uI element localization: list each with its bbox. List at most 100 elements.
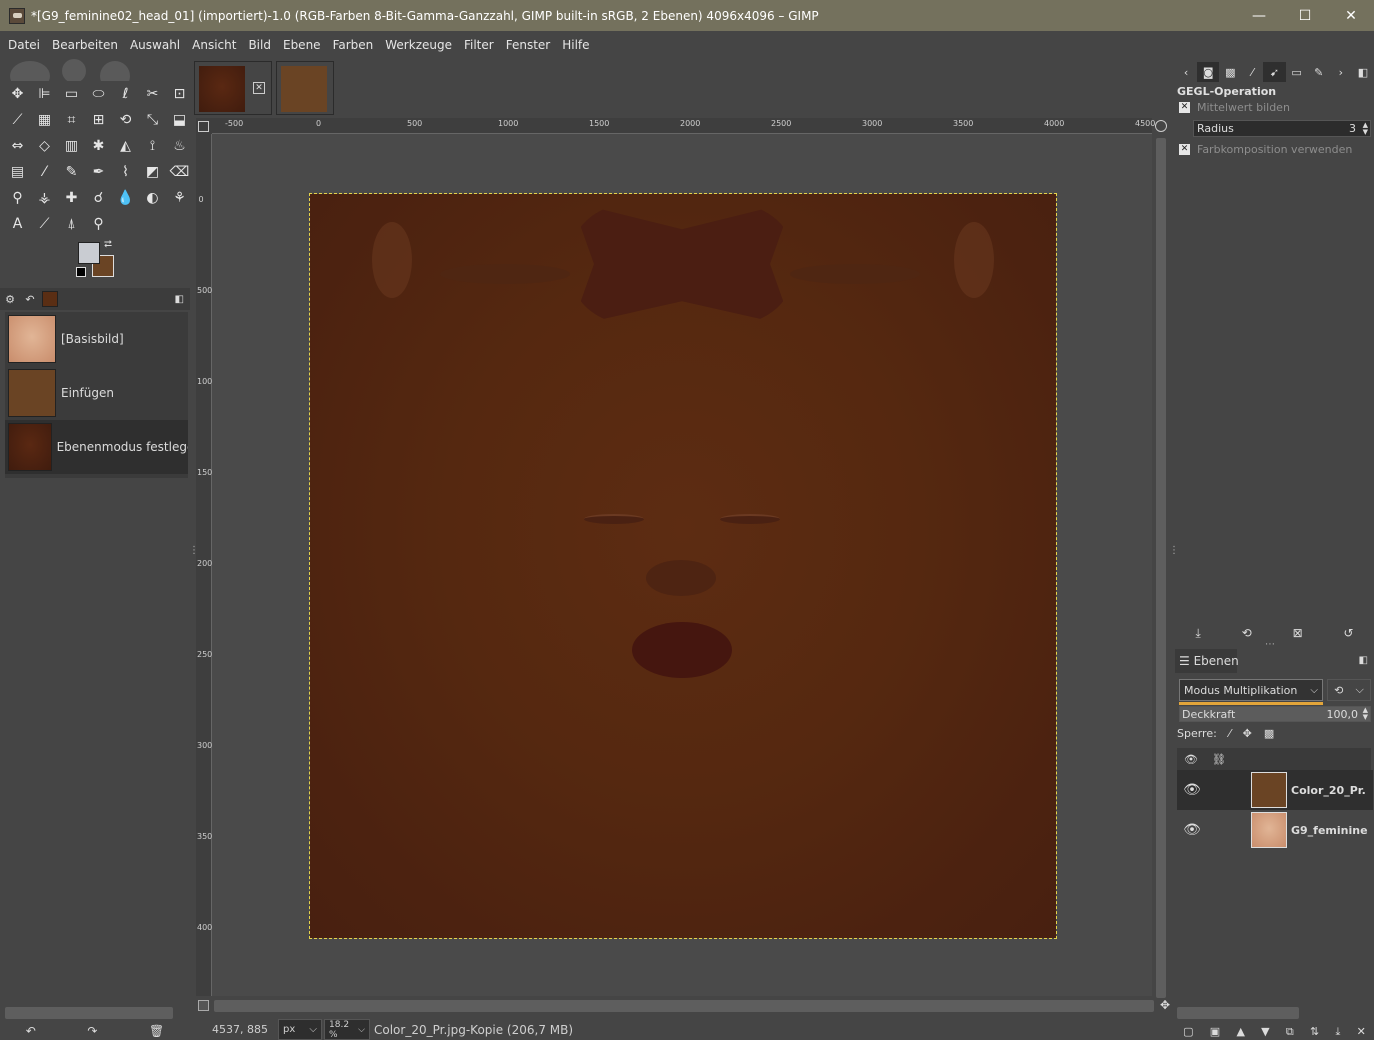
eye-icon[interactable]: 👁	[1177, 782, 1207, 798]
maximize-button[interactable]: ☐	[1282, 0, 1328, 31]
pattern-tab-icon[interactable]: ▩	[1219, 62, 1241, 82]
warp-transform-icon[interactable]: ⟲	[112, 107, 139, 133]
merge-layer-icon[interactable]: ⤓	[1335, 1025, 1340, 1040]
canvas-vertical-scrollbar[interactable]	[1154, 134, 1168, 998]
clone-tool-icon[interactable]: ⚲	[4, 185, 31, 211]
ellipse-select-icon[interactable]: ⬭	[85, 81, 112, 107]
head-texture-image[interactable]	[309, 193, 1057, 939]
panel-divider[interactable]: ⋯	[1265, 639, 1275, 650]
left-dock-scrollbar[interactable]	[5, 1007, 173, 1019]
warp-paint-icon[interactable]: ⚘	[166, 185, 193, 211]
paths-tool-icon[interactable]: ⟟	[139, 133, 166, 159]
image-tab[interactable]	[276, 61, 334, 115]
chevron-left-icon[interactable]: ‹	[1175, 62, 1197, 82]
composite-mode-button[interactable]: ⟲ ⌵	[1327, 679, 1371, 701]
color-select-icon[interactable]: ▦	[31, 107, 58, 133]
layer-name[interactable]: Color_20_Pr.	[1291, 784, 1366, 797]
menu-bearbeiten[interactable]: Bearbeiten	[46, 38, 124, 52]
reset-colors-icon[interactable]	[76, 267, 86, 277]
minimize-button[interactable]: —	[1236, 0, 1282, 31]
new-group-icon[interactable]: ▣	[1210, 1025, 1220, 1040]
new-layer-icon[interactable]: ▢	[1183, 1025, 1193, 1040]
restore-options-icon[interactable]: ⟲	[1242, 626, 1252, 640]
quick-mask-toggle[interactable]	[198, 1000, 209, 1011]
unified-transform-icon[interactable]: ⊞	[85, 107, 112, 133]
handle-transform-icon[interactable]: ⤡	[139, 107, 166, 133]
perspective-tool-icon[interactable]: ◇	[31, 133, 58, 159]
paintbrush-icon[interactable]: ⁄	[31, 159, 58, 185]
opacity-spinner[interactable]: Deckkraft 100,0 ▲ ▼	[1179, 706, 1371, 722]
heal-tool-icon[interactable]: ✚	[58, 185, 85, 211]
brush-tab-icon[interactable]: ⁄	[1241, 62, 1263, 82]
image-canvas[interactable]	[212, 134, 1152, 996]
menu-fenster[interactable]: Fenster	[500, 38, 557, 52]
pencil-icon[interactable]: ✎	[58, 159, 85, 185]
average-checkbox[interactable]: ✕	[1179, 102, 1190, 113]
layers-tab[interactable]: ☰ Ebenen	[1175, 649, 1239, 673]
undo-item[interactable]: Ebenenmodus festlegen	[5, 420, 188, 474]
gegl-op-icon[interactable]: ✱	[85, 133, 112, 159]
delete-options-icon[interactable]: ⊠	[1293, 626, 1303, 640]
layer-name[interactable]: G9_feminine	[1291, 824, 1368, 837]
fuzzy-select-icon[interactable]: ⟋	[4, 107, 31, 133]
eraser-icon[interactable]: ⌫	[166, 159, 193, 185]
cage-transform-icon[interactable]: ▥	[58, 133, 85, 159]
layers-scrollbar[interactable]	[1177, 1007, 1299, 1019]
foreground-select-icon[interactable]: ⊡	[166, 81, 193, 107]
menu-bild[interactable]: Bild	[242, 38, 277, 52]
menu-ebene[interactable]: Ebene	[277, 38, 327, 52]
lock-pixels-icon[interactable]: ⁄	[1229, 727, 1231, 740]
ink-tool-icon[interactable]: ⌇	[112, 159, 139, 185]
redo-icon[interactable]: ↷	[87, 1024, 97, 1038]
save-options-icon[interactable]: ⤓	[1195, 626, 1200, 641]
undo-icon[interactable]: ↶	[26, 1024, 36, 1038]
visibility-header-icon[interactable]: 👁	[1177, 753, 1205, 766]
spinner-arrows-icon[interactable]: ▲ ▼	[1363, 707, 1368, 721]
chevron-right-icon[interactable]: ›	[1330, 62, 1352, 82]
quick-mask-menu-icon[interactable]	[198, 121, 209, 132]
zoom-tool-icon[interactable]: ⚲	[85, 211, 112, 237]
bucket-fill-icon[interactable]: ◭	[112, 133, 139, 159]
measure-tool-icon[interactable]: ⍋	[58, 211, 85, 237]
menu-auswahl[interactable]: Auswahl	[124, 38, 186, 52]
vertical-ruler[interactable]: 0 500 1000 1500 2000 2500 3000 3500 4000	[196, 134, 217, 996]
zoom-select[interactable]: 18.2 % ⌵	[324, 1019, 370, 1040]
dodge-burn-icon[interactable]: ◐	[139, 185, 166, 211]
flip-tool-icon[interactable]: ⇔	[4, 133, 31, 159]
shear-tool-icon[interactable]: ⬓	[166, 107, 193, 133]
edit-tab-icon[interactable]: ✎	[1308, 62, 1330, 82]
menu-filter[interactable]: Filter	[458, 38, 500, 52]
layers-config-icon[interactable]: ◧	[1359, 655, 1368, 666]
lower-layer-icon[interactable]: ▼	[1261, 1025, 1269, 1040]
smudge2-tool-icon[interactable]: ☌	[85, 185, 112, 211]
chain-header-icon[interactable]: ⛓	[1205, 753, 1233, 766]
delete-layer-icon[interactable]: ✕	[1357, 1025, 1366, 1040]
rect-select-icon[interactable]: ▭	[58, 81, 85, 107]
anchor-layer-icon[interactable]: ⇅	[1310, 1025, 1319, 1040]
undo-item[interactable]: Einfügen	[5, 366, 188, 420]
airbrush-icon[interactable]: ✒	[85, 159, 112, 185]
menu-werkzeuge[interactable]: Werkzeuge	[379, 38, 458, 52]
menu-ansicht[interactable]: Ansicht	[186, 38, 242, 52]
smudge-tool-icon[interactable]: ♨	[166, 133, 193, 159]
menu-datei[interactable]: Datei	[2, 38, 46, 52]
image-tab-active[interactable]: ✕	[194, 61, 272, 115]
close-button[interactable]: ✕	[1328, 0, 1374, 31]
swap-colors-icon[interactable]: ⮂	[104, 239, 112, 250]
lock-position-icon[interactable]: ✥	[1243, 727, 1252, 740]
clear-history-icon[interactable]: 🗑	[149, 1024, 164, 1038]
text-tool-icon[interactable]: A	[4, 211, 31, 237]
dock-config-icon[interactable]: ◧	[175, 294, 184, 305]
mypaint-brush-icon[interactable]: ◩	[139, 159, 166, 185]
eye-icon[interactable]: 👁	[1177, 822, 1207, 838]
blur-tool-icon[interactable]: 💧	[112, 185, 139, 211]
radius-spinner[interactable]: Radius 3 ▲ ▼	[1193, 120, 1371, 137]
menu-hilfe[interactable]: Hilfe	[556, 38, 595, 52]
zoom-fit-icon[interactable]	[1155, 120, 1167, 132]
layer-row[interactable]: 👁 Color_20_Pr.	[1177, 770, 1373, 810]
align-tool-icon[interactable]: ⊫	[31, 81, 58, 107]
lock-alpha-icon[interactable]: ▩	[1264, 727, 1274, 740]
image-tab-swatch[interactable]	[42, 291, 58, 307]
foreground-color[interactable]	[78, 242, 100, 264]
free-select-icon[interactable]: ℓ	[112, 81, 139, 107]
